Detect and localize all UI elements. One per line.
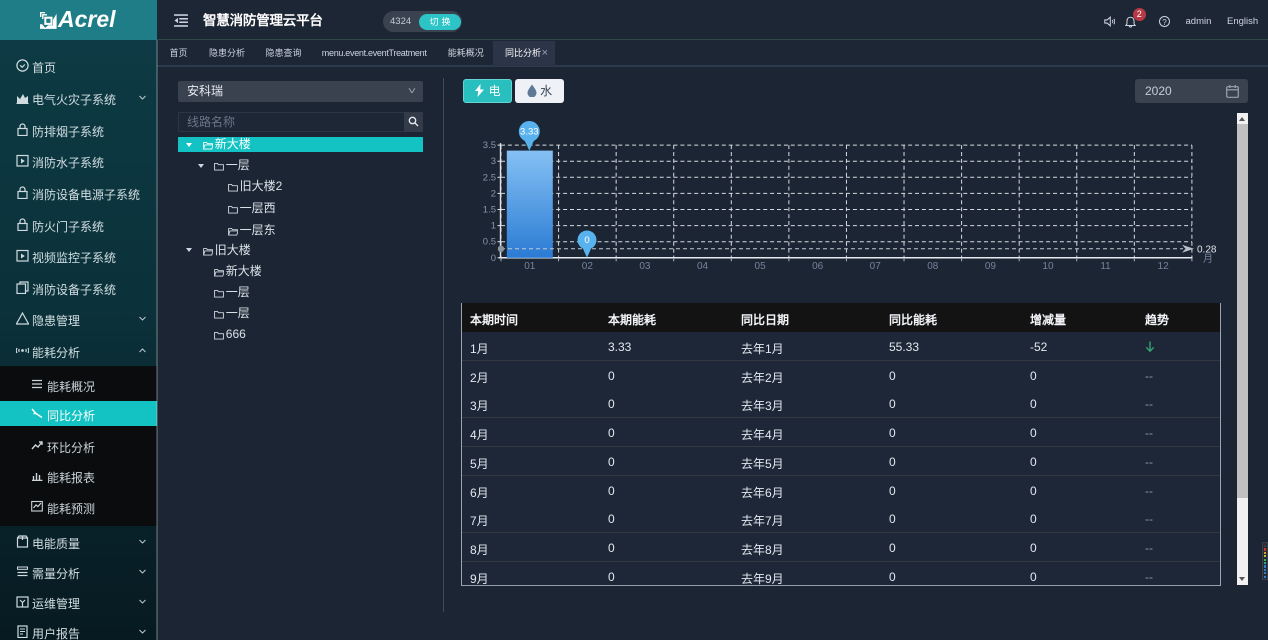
svg-text:10: 10 (1042, 261, 1054, 272)
svg-text:11: 11 (1100, 261, 1111, 272)
svg-text:04: 04 (697, 261, 709, 272)
svg-text:0: 0 (584, 235, 589, 246)
svg-text:3.5: 3.5 (483, 140, 496, 151)
svg-text:月: 月 (1203, 253, 1213, 265)
svg-text:06: 06 (812, 261, 824, 272)
svg-text:2.5: 2.5 (483, 172, 496, 183)
svg-text:2: 2 (491, 188, 496, 199)
svg-text:1.5: 1.5 (483, 205, 496, 216)
svg-text:3: 3 (491, 156, 496, 167)
svg-text:05: 05 (755, 261, 767, 272)
svg-text:3.33: 3.33 (520, 127, 539, 138)
svg-text:03: 03 (639, 261, 651, 272)
svg-text:12: 12 (1158, 261, 1170, 272)
svg-text:09: 09 (985, 261, 997, 272)
svg-text:07: 07 (870, 261, 882, 272)
svg-text:0: 0 (491, 253, 496, 264)
svg-text:02: 02 (582, 261, 594, 272)
svg-text:1: 1 (491, 221, 496, 232)
svg-text:01: 01 (524, 261, 536, 272)
svg-text:08: 08 (927, 261, 939, 272)
svg-text:0.5: 0.5 (483, 237, 496, 248)
